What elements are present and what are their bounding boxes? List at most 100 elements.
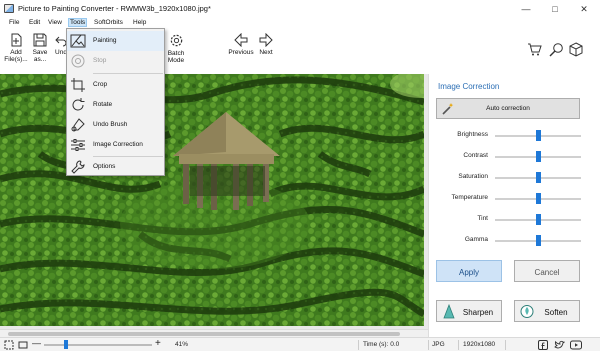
slider-thumb[interactable] [536, 130, 541, 141]
cart-icon[interactable] [527, 43, 542, 56]
menu-view[interactable]: View [48, 19, 62, 26]
processing-time: Time (s): 0.0 [363, 341, 400, 348]
batch-mode-button[interactable]: Batch Mode [164, 31, 188, 64]
soften-icon [520, 305, 534, 318]
menu-item-options[interactable]: Options [67, 157, 164, 177]
status-separator [458, 340, 459, 350]
menu-item-label: Options [93, 163, 116, 170]
window-title: Picture to Painting Converter - RWMW3b_1… [18, 4, 211, 13]
sharpen-label: Sharpen [462, 308, 494, 317]
slider-label: Contrast [463, 152, 488, 159]
menu-item-undo-brush[interactable]: Undo Brush [67, 115, 164, 135]
add-label-1: Add [10, 49, 22, 56]
maximize-button[interactable]: □ [541, 0, 569, 18]
slider-brightness: Brightness [429, 129, 600, 141]
menu-item-label: Rotate [93, 101, 113, 108]
cancel-button[interactable]: Cancel [514, 260, 580, 282]
image-format: JPG [432, 341, 445, 348]
menu-help[interactable]: Help [133, 19, 146, 26]
rotate-icon [72, 98, 85, 111]
add-files-button[interactable]: Add File(s)... [4, 31, 28, 63]
menu-edit[interactable]: Edit [29, 19, 40, 26]
menu-softorbits[interactable]: SoftOrbits [94, 19, 123, 26]
app-icon [4, 4, 14, 13]
sharpen-button[interactable]: Sharpen [436, 300, 502, 322]
slider-thumb[interactable] [536, 151, 541, 162]
slider-thumb[interactable] [536, 172, 541, 183]
save-as-button[interactable]: Save as... [30, 31, 50, 63]
auto-correction-label: Auto correction [486, 105, 530, 112]
menu-separator [93, 73, 163, 74]
add-label-2: File(s)... [4, 56, 28, 63]
twitter-icon[interactable] [554, 340, 565, 350]
slider-tint: Tint [429, 213, 600, 225]
auto-correction-button[interactable]: Auto correction [436, 98, 580, 119]
status-separator [428, 340, 429, 350]
menu-item-rotate[interactable]: Rotate [67, 95, 164, 115]
tools-dropdown-menu: Painting Stop Crop Rotate Undo Brush Ima… [66, 28, 165, 176]
zoom-in-icon[interactable]: + [155, 338, 161, 349]
search-icon[interactable] [549, 42, 564, 57]
image-correction-panel: Image Correction Auto correction Brightn… [428, 74, 600, 337]
actual-size-icon[interactable] [18, 340, 28, 350]
previous-button[interactable]: Previous [227, 31, 255, 56]
menu-item-stop: Stop [67, 51, 164, 71]
crop-icon [71, 78, 85, 92]
menu-item-label: Painting [93, 37, 117, 44]
slider-thumb[interactable] [536, 214, 541, 225]
menu-tools[interactable]: Tools [68, 18, 88, 27]
sharpen-icon [443, 304, 455, 319]
menu-item-image-correction[interactable]: Image Correction [67, 135, 164, 155]
fit-to-window-icon[interactable] [4, 340, 14, 350]
add-file-icon [11, 33, 22, 47]
soften-button[interactable]: Soften [514, 300, 580, 322]
panel-title: Image Correction [438, 82, 500, 91]
slider-label: Tint [477, 215, 488, 222]
box-icon[interactable] [569, 42, 583, 57]
image-canvas[interactable] [0, 74, 428, 329]
zoom-slider-track[interactable] [44, 344, 152, 346]
slider-thumb[interactable] [536, 235, 541, 246]
close-button[interactable]: ✕ [570, 0, 598, 18]
image-dimensions: 1920x1080 [463, 341, 496, 348]
slider-contrast: Contrast [429, 150, 600, 162]
slider-saturation: Saturation [429, 171, 600, 183]
zoom-level: 41% [175, 341, 189, 348]
menu-file[interactable]: File [9, 19, 19, 26]
menu-item-painting[interactable]: Painting [67, 31, 164, 51]
menu-item-label: Stop [93, 57, 107, 64]
image-correction-icon [71, 139, 85, 151]
slider-label: Brightness [457, 131, 488, 138]
status-separator [358, 340, 359, 350]
soften-label: Soften [544, 308, 568, 317]
minimize-button[interactable]: — [512, 0, 540, 18]
slider-label: Gamma [464, 236, 488, 243]
arrow-left-icon [234, 33, 248, 47]
slider-label: Saturation [458, 173, 488, 180]
next-label: Next [259, 49, 273, 56]
batch-label-2: Mode [167, 57, 185, 64]
save-label-1: Save [32, 49, 48, 56]
facebook-icon[interactable] [538, 340, 548, 350]
slider-thumb[interactable] [536, 193, 541, 204]
maze-photo [0, 74, 424, 326]
save-icon [33, 33, 47, 47]
slider-temperature: Temperature [429, 192, 600, 204]
status-separator [505, 340, 506, 350]
youtube-icon[interactable] [570, 340, 582, 350]
horizontal-scrollbar[interactable] [0, 329, 428, 337]
zoom-out-icon[interactable]: — [32, 338, 41, 348]
menu-item-label: Crop [93, 81, 108, 88]
apply-button[interactable]: Apply [436, 260, 502, 282]
undo-brush-icon [71, 118, 85, 132]
menu-item-label: Image Correction [93, 141, 143, 148]
scrollbar-thumb[interactable] [8, 332, 400, 336]
gear-icon [170, 34, 182, 47]
previous-label: Previous [228, 49, 254, 56]
apply-label: Apply [458, 268, 479, 277]
zoom-slider-thumb[interactable] [63, 340, 68, 349]
arrow-right-icon [259, 33, 273, 47]
next-button[interactable]: Next [256, 31, 276, 56]
save-label-2: as... [33, 56, 47, 63]
menu-item-crop[interactable]: Crop [67, 75, 164, 95]
